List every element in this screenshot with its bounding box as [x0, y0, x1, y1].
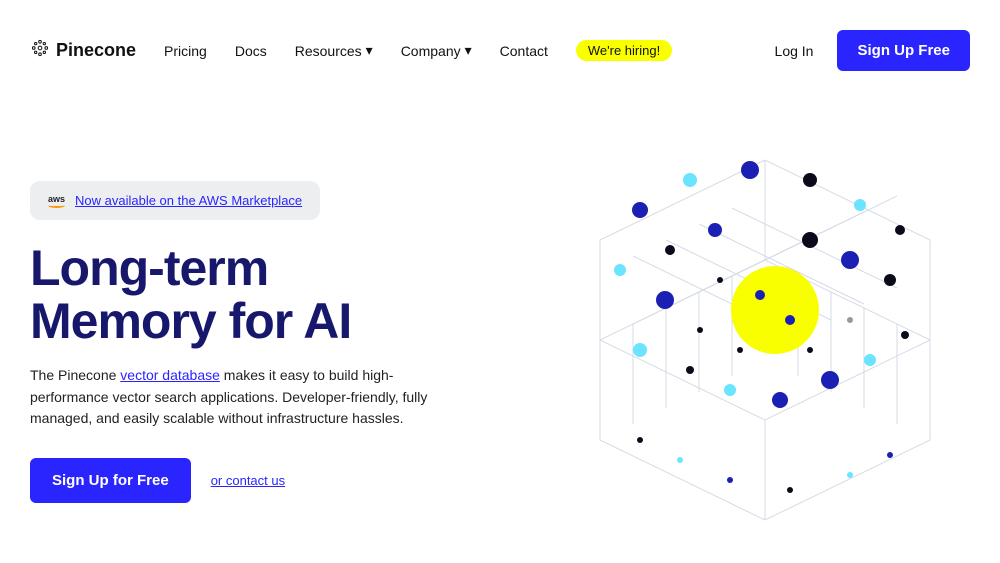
vector-database-link[interactable]: vector database [120, 367, 220, 383]
chevron-down-icon: ▾ [465, 42, 472, 59]
nav-resources-label: Resources [295, 43, 362, 59]
header: Pinecone Pricing Docs Resources ▾ Compan… [0, 0, 1000, 71]
hero-title-line2: Memory for AI [30, 293, 351, 349]
aws-icon: aws [48, 194, 65, 208]
signup-free-button[interactable]: Sign Up for Free [30, 458, 191, 503]
nav-company[interactable]: Company ▾ [401, 42, 472, 59]
aws-badge[interactable]: aws Now available on the AWS Marketplace [30, 181, 320, 220]
contact-us-link[interactable]: or contact us [211, 473, 285, 488]
hero-sub-before: The Pinecone [30, 367, 120, 383]
hero-title-line1: Long-term [30, 240, 268, 296]
hero-content: aws Now available on the AWS Marketplace… [30, 181, 490, 503]
hero-title: Long-term Memory for AI [30, 242, 490, 347]
nav-company-label: Company [401, 43, 461, 59]
main-nav: Pricing Docs Resources ▾ Company ▾ Conta… [164, 40, 672, 61]
header-right: Log In Sign Up Free [775, 30, 970, 71]
chevron-down-icon: ▾ [366, 42, 373, 59]
nav-hiring-badge[interactable]: We're hiring! [576, 40, 672, 61]
login-link[interactable]: Log In [775, 43, 814, 59]
aws-badge-link[interactable]: Now available on the AWS Marketplace [75, 193, 302, 208]
brand-name: Pinecone [56, 40, 136, 61]
nav-pricing[interactable]: Pricing [164, 43, 207, 59]
nav-contact[interactable]: Contact [500, 43, 548, 59]
nav-docs[interactable]: Docs [235, 43, 267, 59]
hero-subhead: The Pinecone vector database makes it ea… [30, 365, 460, 430]
signup-button[interactable]: Sign Up Free [837, 30, 970, 71]
pinecone-icon [30, 38, 50, 63]
brand-logo[interactable]: Pinecone [30, 38, 136, 63]
vector-space-illustration [550, 120, 980, 550]
cta-row: Sign Up for Free or contact us [30, 458, 490, 503]
nav-resources[interactable]: Resources ▾ [295, 42, 373, 59]
